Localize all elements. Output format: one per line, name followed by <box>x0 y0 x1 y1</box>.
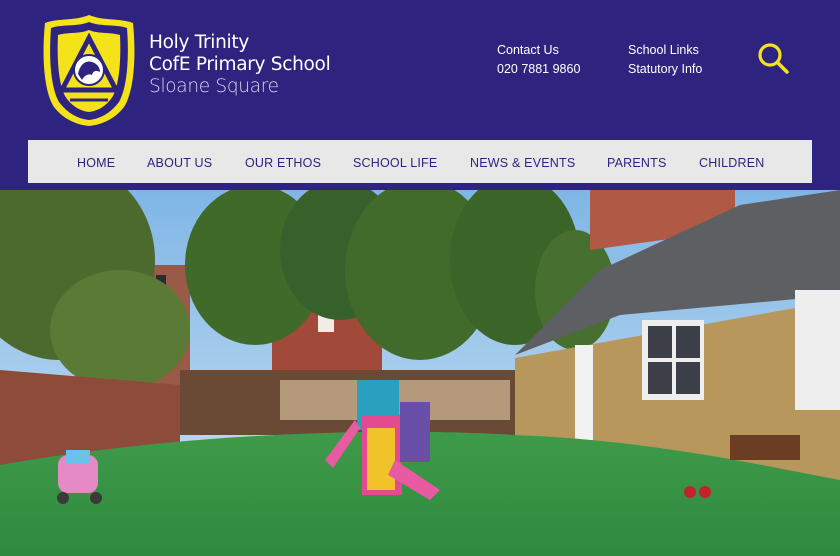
statutory-info-link[interactable]: Statutory Info <box>628 60 702 79</box>
main-navigation: HOME ABOUT US OUR ETHOS SCHOOL LIFE NEWS… <box>28 140 812 183</box>
site-header: Holy Trinity CofE Primary School Sloane … <box>0 0 840 183</box>
nav-item-school-life[interactable]: SCHOOL LIFE <box>353 140 437 183</box>
contact-us-link[interactable]: Contact Us <box>497 41 580 60</box>
nav-item-parents[interactable]: PARENTS <box>607 140 667 183</box>
school-location: Sloane Square <box>149 76 279 97</box>
school-name[interactable]: Holy Trinity CofE Primary School Sloane … <box>149 32 331 98</box>
nav-item-news-events[interactable]: NEWS & EVENTS <box>470 140 575 183</box>
quick-links-block: School Links Statutory Info <box>628 41 702 78</box>
school-name-line2: CofE Primary School <box>149 54 331 75</box>
nav-item-our-ethos[interactable]: OUR ETHOS <box>245 140 321 183</box>
nav-item-home[interactable]: HOME <box>77 140 115 183</box>
school-links-link[interactable]: School Links <box>628 41 702 60</box>
school-crest-logo[interactable] <box>40 12 138 128</box>
contact-block: Contact Us 020 7881 9860 <box>497 41 580 78</box>
nav-item-children[interactable]: CHILDREN <box>699 140 765 183</box>
nav-item-about-us[interactable]: ABOUT US <box>147 140 212 183</box>
search-icon[interactable] <box>757 42 791 76</box>
school-name-line1: Holy Trinity <box>149 32 249 53</box>
hero-image-playground <box>0 190 840 556</box>
phone-number[interactable]: 020 7881 9860 <box>497 60 580 79</box>
